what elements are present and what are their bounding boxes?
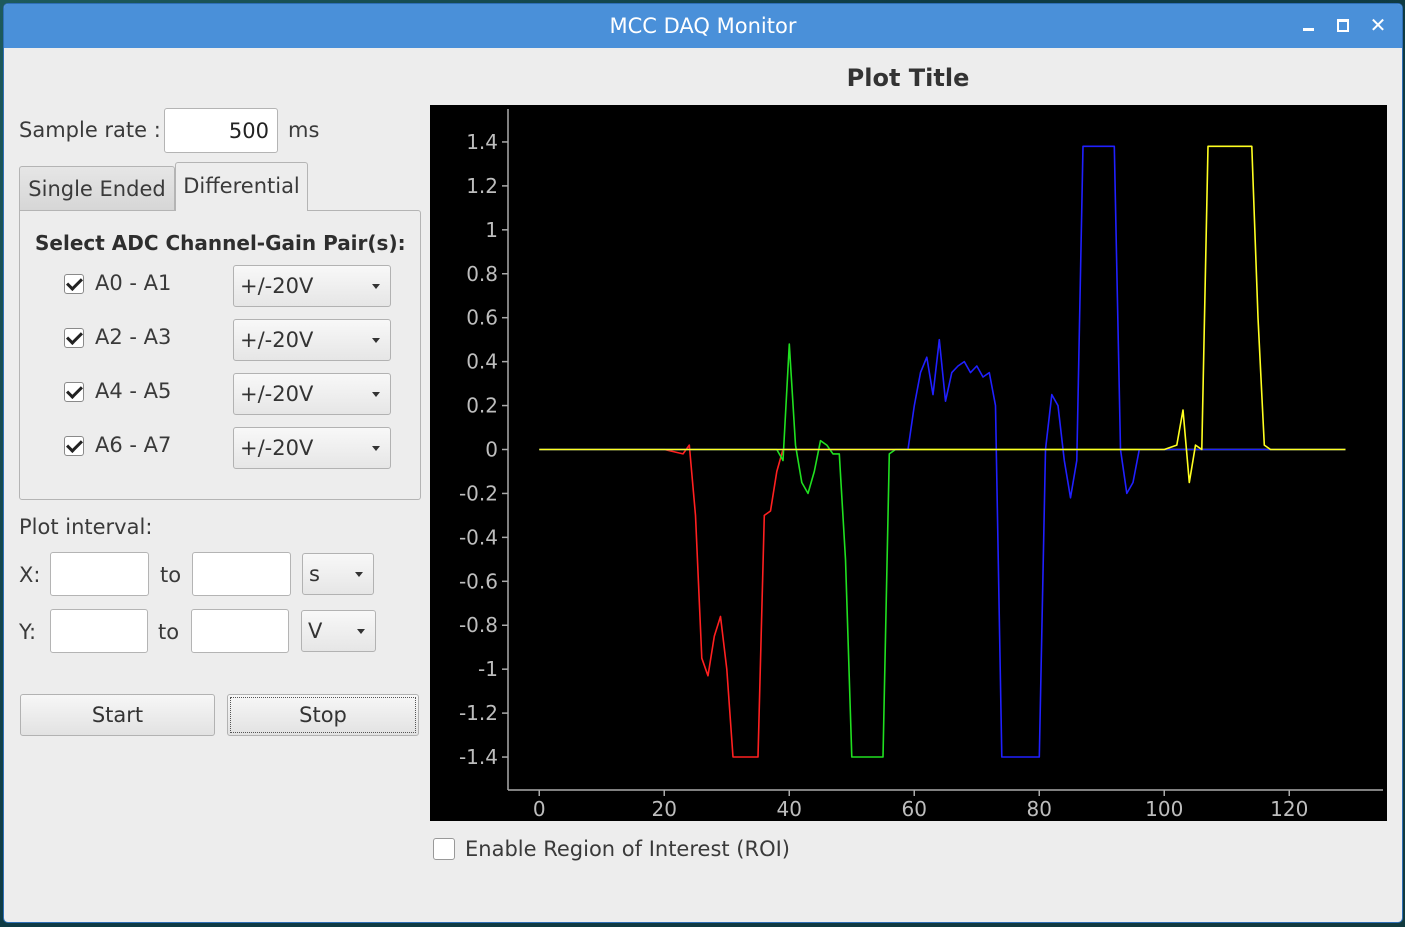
y-tick-label: -0.2 [459,481,498,505]
x-unit-select[interactable]: s [302,553,374,595]
y-tick-label: 0.2 [466,394,498,418]
channel-a4-a5-label: A4 - A5 [95,379,172,403]
start-button[interactable]: Start [20,694,215,736]
app-window: MCC DAQ Monitor ✕ Sample rate : ms Singl… [4,4,1402,922]
chevron-down-icon [372,338,380,343]
channel-a6-a7-gain-select[interactable]: +/-20V [233,427,391,469]
channel-a0-a1-label: A0 - A1 [95,271,172,295]
gain-value: +/-20V [240,436,314,460]
y-tick-label: 0.6 [466,306,498,330]
channel-a6-a7-checkbox[interactable] [64,436,84,456]
y-unit-value: V [308,619,323,643]
maximize-icon[interactable] [1332,14,1354,36]
window-title: MCC DAQ Monitor [609,14,797,38]
plot-interval-label: Plot interval: [19,515,153,539]
x-tick-label: 20 [652,797,677,821]
title-bar[interactable]: MCC DAQ Monitor ✕ [4,4,1402,48]
differential-tab-pane: Select ADC Channel-Gain Pair(s): A0 - A1… [19,210,421,500]
tab-single-ended[interactable]: Single Ended [19,166,175,211]
y-unit-select[interactable]: V [301,610,376,652]
x-range-label: X: [19,563,41,587]
y-to-label: to [158,620,180,644]
stop-button[interactable]: Stop [227,694,419,736]
plot-title: Plot Title [846,64,970,92]
x-tick-label: 0 [533,797,546,821]
gain-value: +/-20V [240,274,314,298]
gain-value: +/-20V [240,382,314,406]
channel-a2-a3-gain-select[interactable]: +/-20V [233,319,391,361]
y-tick-label: -0.6 [459,569,498,593]
channel-a0-a1-checkbox[interactable] [64,274,84,294]
daq-plot[interactable]: 1.4 1.2 1 0.8 0.6 0.4 0.2 0 -0.2 -0.4 -0.6 -0.8 -1 -1… [430,105,1387,821]
y-tick-label: 1.4 [466,130,498,154]
x-to-input[interactable] [192,552,291,596]
y-tick-label: 0.8 [466,262,498,286]
tab-differential[interactable]: Differential [175,162,308,211]
y-tick-label: 1 [485,218,498,242]
chevron-down-icon [372,392,380,397]
y-tick-label: -1 [478,657,498,681]
roi-label: Enable Region of Interest (ROI) [465,837,790,861]
chevron-down-icon [372,446,380,451]
y-tick-label: 0 [485,438,498,462]
chevron-down-icon [355,572,363,577]
x-tick-label: 60 [902,797,927,821]
y-tick-label: -1.4 [459,745,498,769]
channel-a6-a7-label: A6 - A7 [95,433,172,457]
x-to-label: to [160,563,182,587]
channel-a4-a5-checkbox[interactable] [64,382,84,402]
y-tick-label: -1.2 [459,701,498,725]
x-tick-label: 120 [1270,797,1308,821]
minimize-icon[interactable] [1298,14,1320,36]
x-unit-value: s [309,562,320,586]
sample-rate-label: Sample rate : [19,118,161,142]
channel-section-heading: Select ADC Channel-Gain Pair(s): [35,231,406,255]
x-tick-label: 80 [1027,797,1052,821]
y-tick-label: -0.8 [459,613,498,637]
x-tick-label: 40 [777,797,802,821]
plot-background [430,105,1387,821]
y-tick-label: 1.2 [466,174,498,198]
sample-rate-input[interactable] [164,108,278,153]
close-icon[interactable]: ✕ [1367,14,1389,36]
y-from-input[interactable] [50,609,148,653]
roi-checkbox[interactable] [433,838,455,860]
chevron-down-icon [357,629,365,634]
y-to-input[interactable] [191,609,289,653]
channel-a2-a3-label: A2 - A3 [95,325,172,349]
channel-a2-a3-checkbox[interactable] [64,328,84,348]
y-tick-label: -0.4 [459,525,498,549]
y-tick-label: 0.4 [466,350,498,374]
x-tick-label: 100 [1145,797,1183,821]
channel-a4-a5-gain-select[interactable]: +/-20V [233,373,391,415]
channel-a0-a1-gain-select[interactable]: +/-20V [233,265,391,307]
gain-value: +/-20V [240,328,314,352]
chevron-down-icon [372,284,380,289]
y-range-label: Y: [19,620,37,644]
x-from-input[interactable] [50,552,149,596]
sample-rate-unit: ms [288,118,320,142]
